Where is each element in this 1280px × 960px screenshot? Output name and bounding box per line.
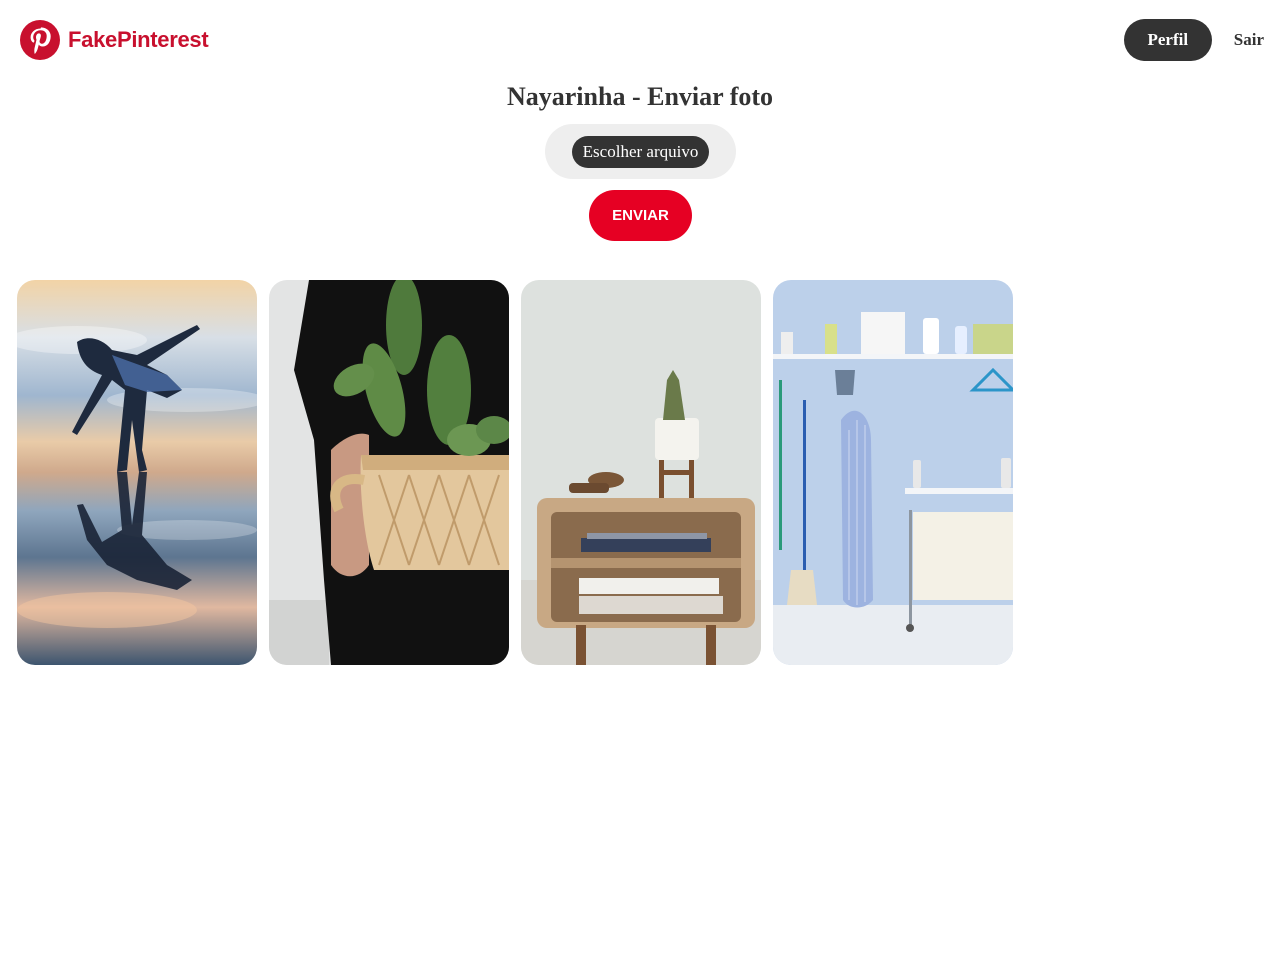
- woman-reflection-photo: [17, 280, 257, 665]
- brand-name: FakePinterest: [68, 27, 209, 52]
- laundry-room-photo: [773, 280, 1013, 665]
- photo-card-nightstand[interactable]: [521, 280, 761, 665]
- sair-link[interactable]: Sair: [1234, 30, 1264, 50]
- photo-card-laundry-room[interactable]: [773, 280, 1013, 665]
- photo-grid: [17, 280, 1025, 665]
- nightstand-books-photo: [521, 280, 761, 665]
- photo-card-cactus-basket[interactable]: [269, 280, 509, 665]
- brand-logo-link[interactable]: FakePinterest: [20, 20, 209, 60]
- top-nav: Perfil Sair: [1123, 19, 1264, 61]
- photo-card-woman-reflection[interactable]: [17, 280, 257, 665]
- pinterest-logo-icon: [20, 20, 60, 60]
- header: FakePinterest Perfil Sair: [0, 0, 1280, 82]
- page-title: Nayarinha - Enviar foto: [506, 82, 774, 111]
- perfil-button[interactable]: Perfil: [1123, 19, 1212, 61]
- cactus-basket-photo: [269, 280, 509, 665]
- submit-button[interactable]: ENVIAR: [589, 190, 692, 241]
- file-input[interactable]: Escolher arquivo: [545, 124, 736, 179]
- choose-file-button[interactable]: Escolher arquivo: [571, 135, 710, 168]
